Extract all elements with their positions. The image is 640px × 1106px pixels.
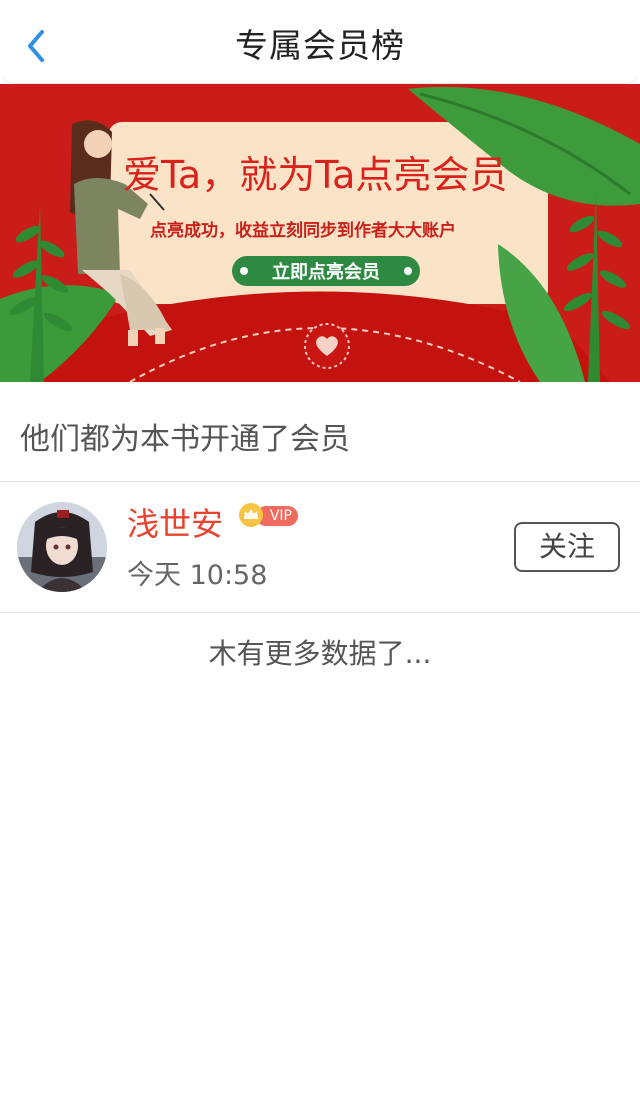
member-name[interactable]: 浅世安 (127, 502, 223, 546)
no-more-data-text: 木有更多数据了... (208, 637, 432, 670)
member-time: 今天 10:58 (127, 560, 268, 591)
heart-seal-icon (304, 323, 350, 369)
page-title: 专属会员榜 (235, 26, 405, 65)
banner-headline: 爱Ta，就为Ta点亮会员 (123, 153, 507, 197)
vip-badge: VIP (238, 502, 300, 528)
nav-bar: 专属会员榜 (0, 0, 640, 84)
avatar[interactable] (17, 502, 107, 592)
promo-banner[interactable]: 爱Ta，就为Ta点亮会员 点亮成功，收益立刻同步到作者大大账户 立即点亮会员 (0, 84, 640, 382)
follow-button[interactable]: 关注 (514, 522, 620, 572)
list-item: 浅世安 VIP 今天 10:58 关注 (0, 482, 640, 612)
crown-icon (239, 503, 263, 527)
banner-subline: 点亮成功，收益立刻同步到作者大大账户 (150, 220, 456, 241)
section-title: 他们都为本书开通了会员 (20, 422, 350, 457)
banner-cta-button[interactable]: 立即点亮会员 (232, 256, 420, 286)
banner-cta-label: 立即点亮会员 (272, 261, 380, 283)
divider (0, 612, 640, 613)
